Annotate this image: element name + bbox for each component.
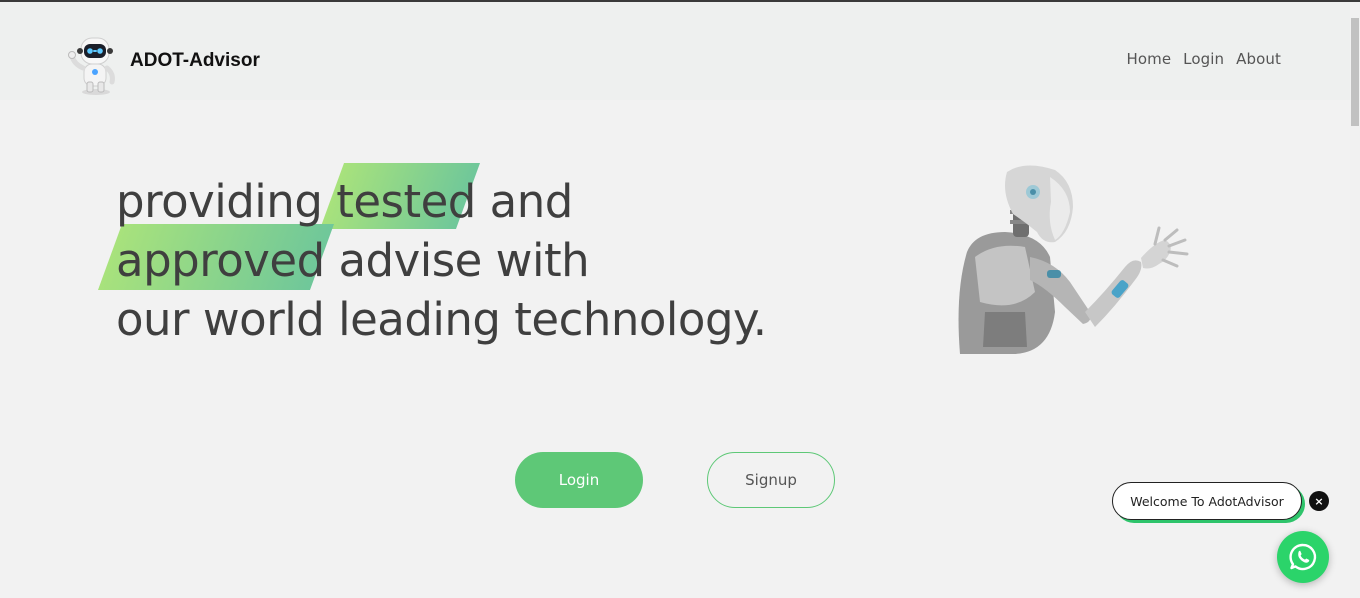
headline-line-1: providing tested and [116, 172, 816, 231]
signup-button[interactable]: Signup [707, 452, 835, 508]
main-nav: Home Login About [1126, 50, 1281, 68]
page-scrollbar[interactable] [1350, 2, 1360, 598]
robot-mascot-icon [68, 37, 115, 95]
headline-line-3: our world leading technology. [116, 290, 816, 349]
nav-login-link[interactable]: Login [1183, 50, 1224, 68]
headline-text: advise with [324, 234, 590, 287]
top-navbar: ADOT-Advisor Home Login About [0, 2, 1350, 100]
headline-line-2: approved advise with [116, 231, 816, 290]
headline-emphasis-approved: approved [116, 234, 325, 287]
headline-text: our world leading technology. [116, 293, 767, 346]
nav-home-link[interactable]: Home [1126, 50, 1171, 68]
brand[interactable]: ADOT-Advisor [68, 28, 260, 96]
nav-about-link[interactable]: About [1236, 50, 1281, 68]
welcome-chat-bubble[interactable]: Welcome To AdotAdvisor [1112, 482, 1302, 520]
close-icon[interactable]: × [1309, 491, 1329, 511]
brand-name: ADOT-Advisor [130, 50, 260, 71]
hero-headline: providing tested and approved advise wit… [116, 172, 816, 349]
headline-text: providing [116, 175, 337, 228]
whatsapp-icon [1289, 543, 1317, 571]
whatsapp-chat-button[interactable] [1277, 531, 1329, 583]
headline-text: and [475, 175, 574, 228]
scrollbar-thumb[interactable] [1351, 18, 1359, 126]
login-button[interactable]: Login [515, 452, 643, 508]
humanoid-robot-illustration [958, 165, 1189, 354]
headline-emphasis-tested: tested [336, 175, 476, 228]
